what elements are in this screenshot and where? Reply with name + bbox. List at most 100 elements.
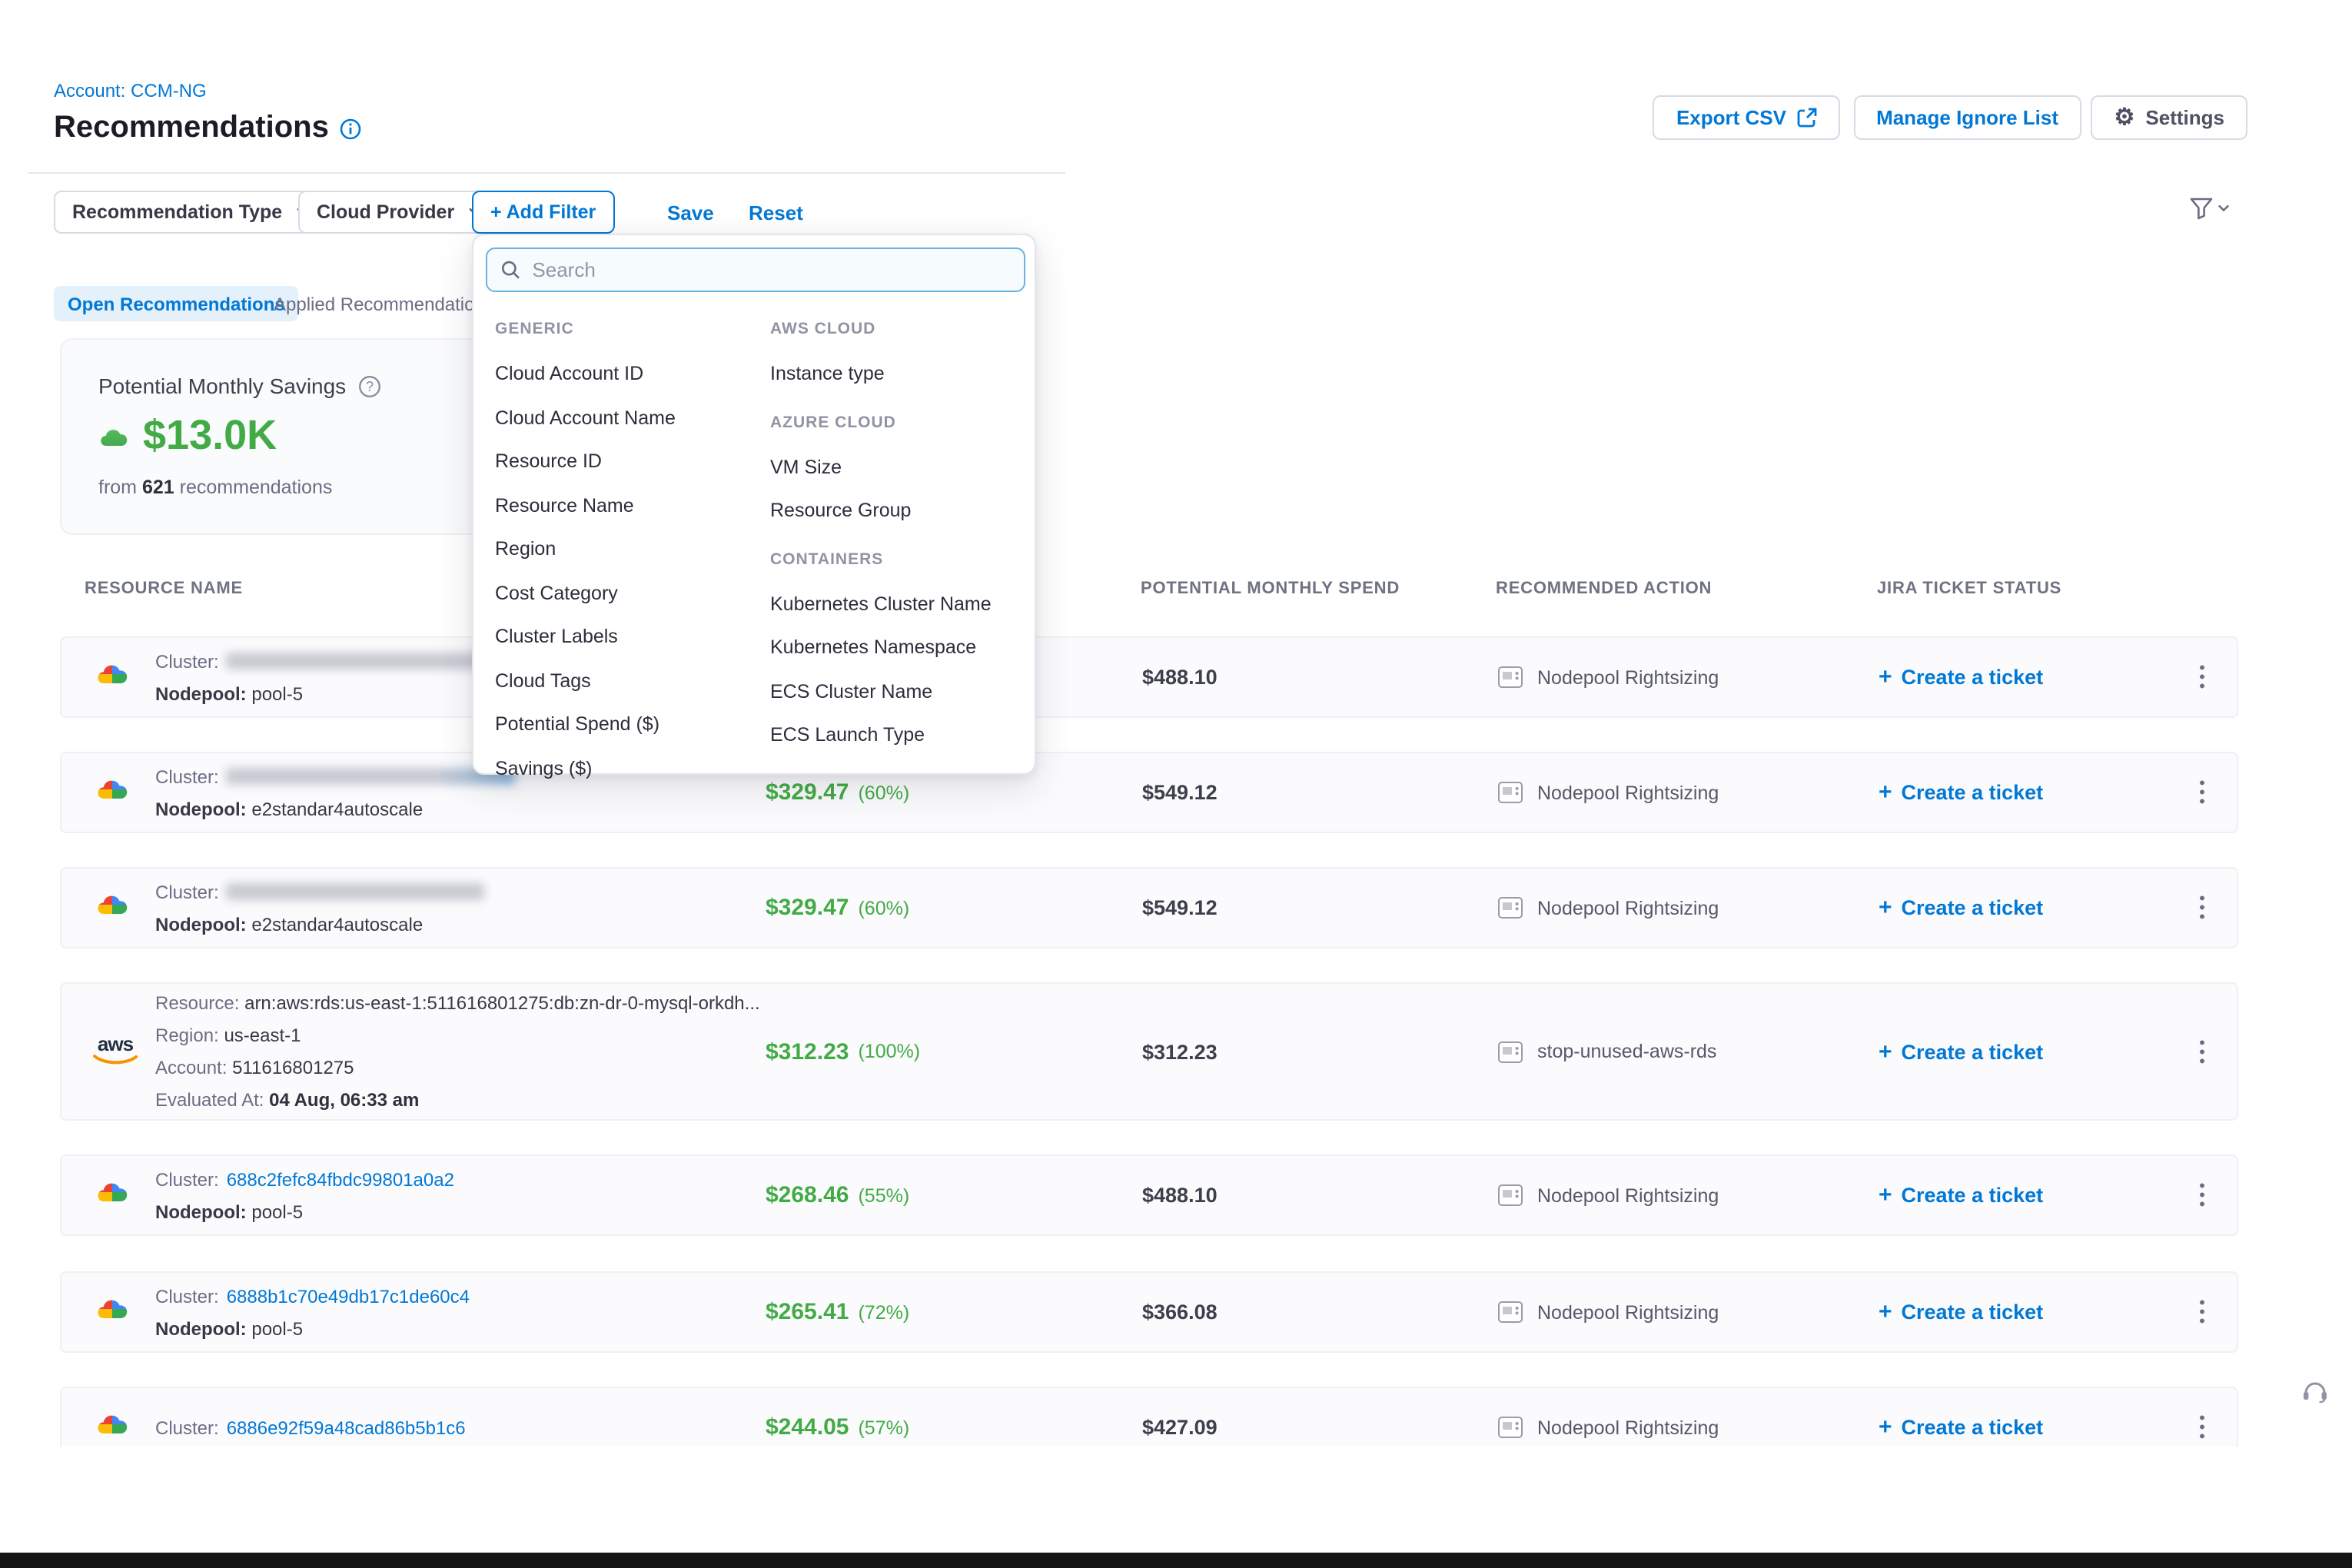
row-menu-kebab-icon[interactable] bbox=[2194, 1407, 2211, 1447]
settings-label: Settings bbox=[2145, 106, 2224, 129]
spend-cell: $488.10 bbox=[1142, 1156, 1218, 1234]
col-header-potential-monthly-spend: POTENTIAL MONTHLY SPEND bbox=[1141, 580, 1400, 598]
account-breadcrumb[interactable]: Account: CCM-NG bbox=[54, 80, 207, 101]
row-menu-kebab-icon[interactable] bbox=[2194, 656, 2211, 697]
recommended-action-cell: Nodepool Rightsizing bbox=[1497, 1156, 1719, 1234]
cloud-savings-icon bbox=[98, 422, 131, 450]
row-menu-kebab-icon[interactable] bbox=[2194, 772, 2211, 812]
create-ticket-link[interactable]: +Create a ticket bbox=[1879, 869, 2043, 947]
cluster-label: Cluster: bbox=[155, 1417, 219, 1438]
recommendation-type-label: Recommendation Type bbox=[72, 201, 282, 223]
create-ticket-link[interactable]: +Create a ticket bbox=[1879, 638, 2043, 716]
plus-icon: + bbox=[1879, 1038, 1892, 1065]
cluster-id-link[interactable]: 6888b1c70e49db17c1de60c4 bbox=[227, 1285, 470, 1307]
page-title: Recommendations bbox=[54, 111, 361, 146]
support-headset-icon[interactable] bbox=[2301, 1379, 2329, 1411]
evaluated-at-value: 04 Aug, 06:33 am bbox=[269, 1089, 419, 1111]
manage-ignore-list-button[interactable]: Manage Ignore List bbox=[1853, 95, 2081, 140]
create-ticket-link[interactable]: +Create a ticket bbox=[1879, 1156, 2043, 1234]
save-filter-link[interactable]: Save bbox=[667, 201, 714, 224]
table-row[interactable]: Cluster: Nodepool: pool-5 $488.10 Nodepo… bbox=[60, 636, 2238, 718]
cloud-provider-filter[interactable]: Cloud Provider bbox=[298, 191, 500, 234]
filter-option-resource-group[interactable]: Resource Group bbox=[770, 489, 992, 533]
filter-options-cloud-column: AWS CLOUD Instance type AZURE CLOUD VM S… bbox=[770, 306, 992, 757]
savings-value: $329.47 bbox=[766, 779, 849, 806]
redacted-cluster-name bbox=[227, 768, 516, 785]
filter-option-instance-type[interactable]: Instance type bbox=[770, 352, 992, 396]
filter-option-kubernetes-namespace[interactable]: Kubernetes Namespace bbox=[770, 626, 992, 669]
create-ticket-label: Create a ticket bbox=[1902, 1040, 2044, 1063]
region-label: Region: bbox=[155, 1025, 219, 1046]
resource-name-cell: Cluster: 6886e92f59a48cad86b5b1c6 bbox=[155, 1417, 466, 1438]
export-csv-button[interactable]: Export CSV bbox=[1653, 95, 1840, 140]
nodepool-value: e2standar4autoscale bbox=[251, 798, 423, 819]
nodepool-label: Nodepool: bbox=[155, 798, 247, 819]
filter-option-cluster-labels[interactable]: Cluster Labels bbox=[495, 615, 676, 659]
tab-open-recommendations[interactable]: Open Recommendations bbox=[54, 286, 299, 321]
manage-ignore-list-label: Manage Ignore List bbox=[1876, 106, 2058, 129]
info-icon[interactable] bbox=[340, 118, 361, 139]
resource-name-cell: Cluster: Nodepool: pool-5 bbox=[155, 650, 485, 704]
create-ticket-link[interactable]: +Create a ticket bbox=[1879, 1273, 2043, 1351]
external-link-icon bbox=[1797, 108, 1817, 128]
table-row[interactable]: Cluster: 688c2fefc84fbdc99801a0a2 Nodepoo… bbox=[60, 1154, 2238, 1236]
row-menu-kebab-icon[interactable] bbox=[2194, 887, 2211, 928]
action-label: Nodepool Rightsizing bbox=[1537, 1184, 1719, 1206]
filter-option-cost-category[interactable]: Cost Category bbox=[495, 571, 676, 615]
add-filter-button[interactable]: + Add Filter bbox=[472, 191, 614, 234]
recommendation-type-filter[interactable]: Recommendation Type bbox=[54, 191, 328, 234]
settings-button[interactable]: ⚙ Settings bbox=[2091, 95, 2248, 140]
filter-option-resource-name[interactable]: Resource Name bbox=[495, 483, 676, 527]
action-label: Nodepool Rightsizing bbox=[1537, 666, 1719, 688]
account-value: 511616801275 bbox=[232, 1057, 354, 1078]
row-menu-kebab-icon[interactable] bbox=[2194, 1174, 2211, 1215]
screen-edge-bar bbox=[0, 1553, 2352, 1568]
savings-cell: $312.23(100%) bbox=[766, 984, 920, 1119]
savings-card-title-row: Potential Monthly Savings ? bbox=[98, 374, 520, 398]
filter-option-vm-size[interactable]: VM Size bbox=[770, 445, 992, 489]
filter-search-input[interactable] bbox=[532, 258, 1010, 281]
filter-option-cloud-account-id[interactable]: Cloud Account ID bbox=[495, 352, 676, 396]
recommended-action-cell: stop-unused-aws-rds bbox=[1497, 984, 1716, 1119]
create-ticket-link[interactable]: +Create a ticket bbox=[1879, 753, 2043, 832]
tab-applied-recommendations[interactable]: Applied Recommendatio bbox=[274, 286, 475, 321]
savings-card-title: Potential Monthly Savings bbox=[98, 374, 346, 398]
row-menu-kebab-icon[interactable] bbox=[2194, 1031, 2211, 1071]
help-icon[interactable]: ? bbox=[358, 374, 381, 397]
recommendations-page: Account: CCM-NG Recommendations Export C… bbox=[0, 0, 2352, 1568]
nodepool-label: Nodepool: bbox=[155, 683, 247, 704]
header-divider bbox=[28, 172, 1065, 174]
recommendation-count: 621 bbox=[142, 477, 174, 498]
filter-option-savings[interactable]: Savings ($) bbox=[495, 746, 676, 790]
section-heading-generic: GENERIC bbox=[495, 306, 676, 352]
recommendations-text: recommendations bbox=[180, 477, 333, 498]
table-row[interactable]: aws Resource: arn:aws:rds:us-east-1:5116… bbox=[60, 982, 2238, 1121]
filter-option-cloud-account-name[interactable]: Cloud Account Name bbox=[495, 396, 676, 440]
table-row[interactable]: Cluster: Nodepool: e2standar4autoscale $… bbox=[60, 867, 2238, 948]
cluster-id-link[interactable]: 688c2fefc84fbdc99801a0a2 bbox=[227, 1168, 454, 1190]
filter-option-kubernetes-cluster-name[interactable]: Kubernetes Cluster Name bbox=[770, 582, 992, 626]
filter-option-potential-spend[interactable]: Potential Spend ($) bbox=[495, 703, 676, 746]
cluster-id-link[interactable]: 6886e92f59a48cad86b5b1c6 bbox=[227, 1417, 466, 1438]
table-row[interactable]: Cluster: Nodepool: e2standar4autoscale $… bbox=[60, 752, 2238, 833]
filter-option-cloud-tags[interactable]: Cloud Tags bbox=[495, 659, 676, 703]
create-ticket-link[interactable]: + Create a ticket bbox=[1879, 984, 2043, 1119]
table-row[interactable]: Cluster:6888b1c70e49db17c1de60c4 Nodepoo… bbox=[60, 1271, 2238, 1353]
filter-option-ecs-launch-type[interactable]: ECS Launch Type bbox=[770, 713, 992, 757]
evaluated-at-label: Evaluated At: bbox=[155, 1089, 264, 1111]
reset-filter-link[interactable]: Reset bbox=[749, 201, 803, 224]
col-header-jira-ticket-status: JIRA TICKET STATUS bbox=[1877, 580, 2061, 598]
filter-option-ecs-cluster-name[interactable]: ECS Cluster Name bbox=[770, 669, 992, 713]
filter-option-resource-id[interactable]: Resource ID bbox=[495, 440, 676, 483]
section-heading-aws-cloud: AWS CLOUD bbox=[770, 306, 992, 352]
row-menu-kebab-icon[interactable] bbox=[2194, 1291, 2211, 1332]
gcp-logo-icon bbox=[95, 1174, 129, 1216]
cluster-label: Cluster: bbox=[155, 1285, 219, 1307]
filter-panel-toggle[interactable] bbox=[2189, 197, 2229, 220]
action-icon bbox=[1497, 1184, 1523, 1207]
cluster-label: Cluster: bbox=[155, 1168, 219, 1190]
savings-value: $312.23 bbox=[766, 1038, 849, 1065]
page-title-text: Recommendations bbox=[54, 111, 329, 146]
filter-option-region[interactable]: Region bbox=[495, 527, 676, 571]
account-label: Account: bbox=[155, 1057, 227, 1078]
